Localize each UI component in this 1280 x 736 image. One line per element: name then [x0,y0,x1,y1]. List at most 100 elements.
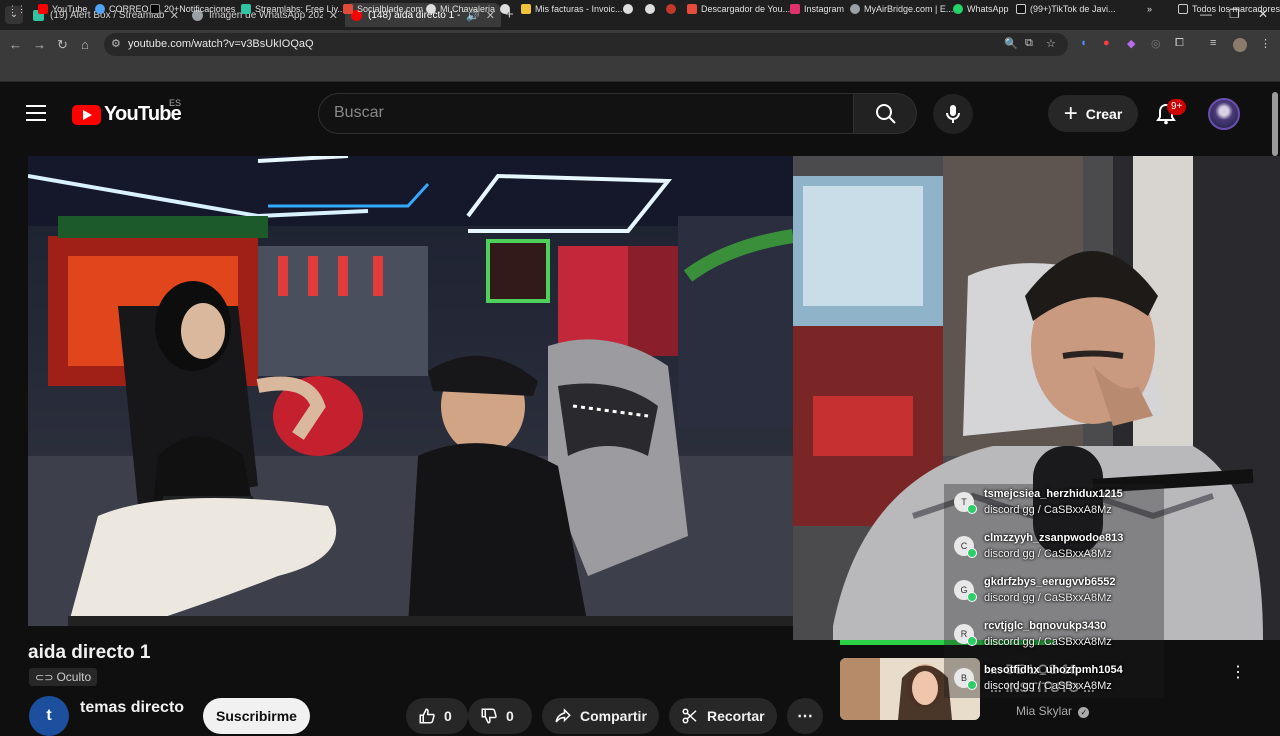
browser-menu-icon[interactable]: ⋮ [1260,37,1271,50]
share-icon [555,708,571,723]
folder-icon [1178,4,1188,14]
bookmark-label: Instagram [804,4,845,14]
chat-text: discord gg / CaSBxxA8Mz [984,504,1112,516]
extension-icon[interactable]: ◖ [1080,37,1087,49]
clip-button[interactable]: Recortar [669,698,777,734]
privacy-badge: ⊂⊃ Oculto [29,668,98,686]
bookmark-whatsapp[interactable]: WhatsApp [953,4,1009,14]
related-channel-name: Mia Skylar [1016,704,1073,718]
zoom-icon[interactable]: 🔍 [1004,37,1018,50]
search-button[interactable] [853,93,917,134]
thumbs-up-icon [419,708,435,724]
bookmark-label: CORREO [109,4,149,14]
share-button[interactable]: Compartir [542,698,659,734]
like-count: 0 [444,708,452,724]
bookmark-instagram[interactable]: Instagram [790,4,844,14]
extension-icon[interactable]: ● [1103,37,1110,49]
bookmark-label: Descargador de You... [701,4,791,14]
bookmark-mi-chavaleria[interactable]: Mi Chavaleria [426,4,495,14]
extension-icon[interactable]: ◎ [1151,37,1161,50]
create-button[interactable]: + Crear [1048,95,1138,132]
channel-avatar[interactable]: t [29,696,69,736]
bookmark-globe[interactable] [645,4,659,14]
bookmark-globe[interactable] [500,4,514,14]
bookmark-star-icon[interactable]: ☆ [1046,37,1056,50]
address-bar[interactable]: ⚙ youtube.com/watch?v=v3BsUkIOQaQ [104,33,1068,56]
thumbs-down-icon [481,708,497,724]
youtube-play-icon [72,104,101,125]
video-player[interactable] [28,156,793,626]
bookmark-correo[interactable]: CORREO [95,4,149,14]
home-icon[interactable]: ⌂ [81,37,89,52]
clip-label: Recortar [707,708,765,724]
site-info-icon[interactable]: ⚙ [111,37,121,50]
menu-hamburger-icon[interactable] [26,105,46,121]
cloud-icon [850,4,860,14]
bookmark-label: WhatsApp [967,4,1009,14]
globe-icon [500,4,510,14]
bookmark-youtube[interactable]: YouTube [38,4,87,14]
reload-icon[interactable]: ↻ [57,37,68,53]
bookmark-globe[interactable] [623,4,637,14]
more-options-icon[interactable]: ⋮ [1230,662,1246,682]
back-arrow-icon[interactable]: ← [9,37,22,52]
dislike-count: 0 [506,708,514,724]
apps-grid-icon[interactable]: ⋮⋮ [8,4,26,15]
bookmark-mis-facturas[interactable]: Mis facturas - Invoic... [521,4,623,14]
bookmark-label: Mi Chavaleria [440,4,496,14]
install-app-icon[interactable]: ⧉ [1025,37,1033,50]
account-avatar[interactable] [1208,98,1240,130]
bookmark-descargador[interactable]: Descargador de You... [687,4,790,14]
bookmark-label: 20+Notificaciones [164,4,236,14]
microphone-icon [946,105,960,123]
bookmark-red[interactable] [666,4,680,14]
voice-search-button[interactable] [933,94,973,134]
bookmark-socialblade[interactable]: Socialblade.com [343,4,423,14]
bookmark-tiktok[interactable]: (99+)TikTok de Javi... [1016,4,1115,14]
online-indicator-icon [967,636,977,646]
create-label: Crear [1085,105,1123,122]
more-actions-icon[interactable]: ⋯ [787,698,823,734]
bookmark-label: MyAirBridge.com | E... [864,4,954,14]
bookmark-myairbridge[interactable]: MyAirBridge.com | E... [850,4,953,14]
all-bookmarks-folder[interactable]: Todos los marcadores [1178,4,1280,14]
related-channel[interactable]: Mia Skylar ✓ [1016,704,1090,718]
page-scrollbar[interactable] [1272,92,1278,156]
online-indicator-icon [967,592,977,602]
profile-avatar[interactable] [1233,38,1247,52]
chat-text: discord gg / CaSBxxA8Mz [984,636,1112,648]
extension-icon[interactable]: ◆ [1127,37,1135,50]
bookmark-label: Socialblade.com [357,4,424,14]
instagram-icon [790,4,800,14]
like-button[interactable]: 0 [406,698,468,734]
extensions-puzzle-icon[interactable]: ⧠ [1175,37,1184,50]
download-icon [687,4,697,14]
streamlabs-icon [241,4,251,14]
media-control-icon[interactable]: ≡ [1210,37,1216,49]
dislike-button[interactable]: 0 [468,698,532,734]
youtube-icon [38,4,48,14]
bookmark-label: Streamlabs: Free Liv... [255,4,345,14]
chat-username: rcvtjglc_bqnovukp3430 [984,620,1107,632]
region-code: ES [169,98,182,108]
scissors-icon [682,708,697,724]
chat-username: gkdrfzbys_eerugvvb6552 [984,576,1116,588]
subscribe-button[interactable]: Suscribirme [203,698,310,734]
search-input[interactable] [334,104,834,122]
channel-name[interactable]: temas directo [80,699,184,717]
socialblade-icon [343,4,353,14]
chat-message: T tsmejcsiea_herzhidux1215 discord gg / … [944,484,1174,524]
plus-icon: + [1063,99,1078,127]
chat-username: clmzzyyh_zsanpwodoe813 [984,532,1124,544]
online-indicator-icon [967,680,977,690]
chat-text: discord gg / CaSBxxA8Mz [984,548,1112,560]
online-indicator-icon [967,504,977,514]
youtube-logo[interactable]: YouTube ES [72,98,182,126]
bookmark-streamlabs[interactable]: Streamlabs: Free Liv... [241,4,345,14]
chat-message: C clmzzyyh_zsanpwodoe813 discord gg / Ca… [944,528,1174,568]
chat-message: G gkdrfzbys_eerugvvb6552 discord gg / Ca… [944,572,1174,612]
more-bookmarks-icon[interactable]: » [1147,4,1152,14]
url-text: youtube.com/watch?v=v3BsUkIOQaQ [128,38,314,50]
bookmark-x-notifications[interactable]: 20+Notificaciones [150,4,235,14]
forward-arrow-icon[interactable]: → [33,37,46,52]
